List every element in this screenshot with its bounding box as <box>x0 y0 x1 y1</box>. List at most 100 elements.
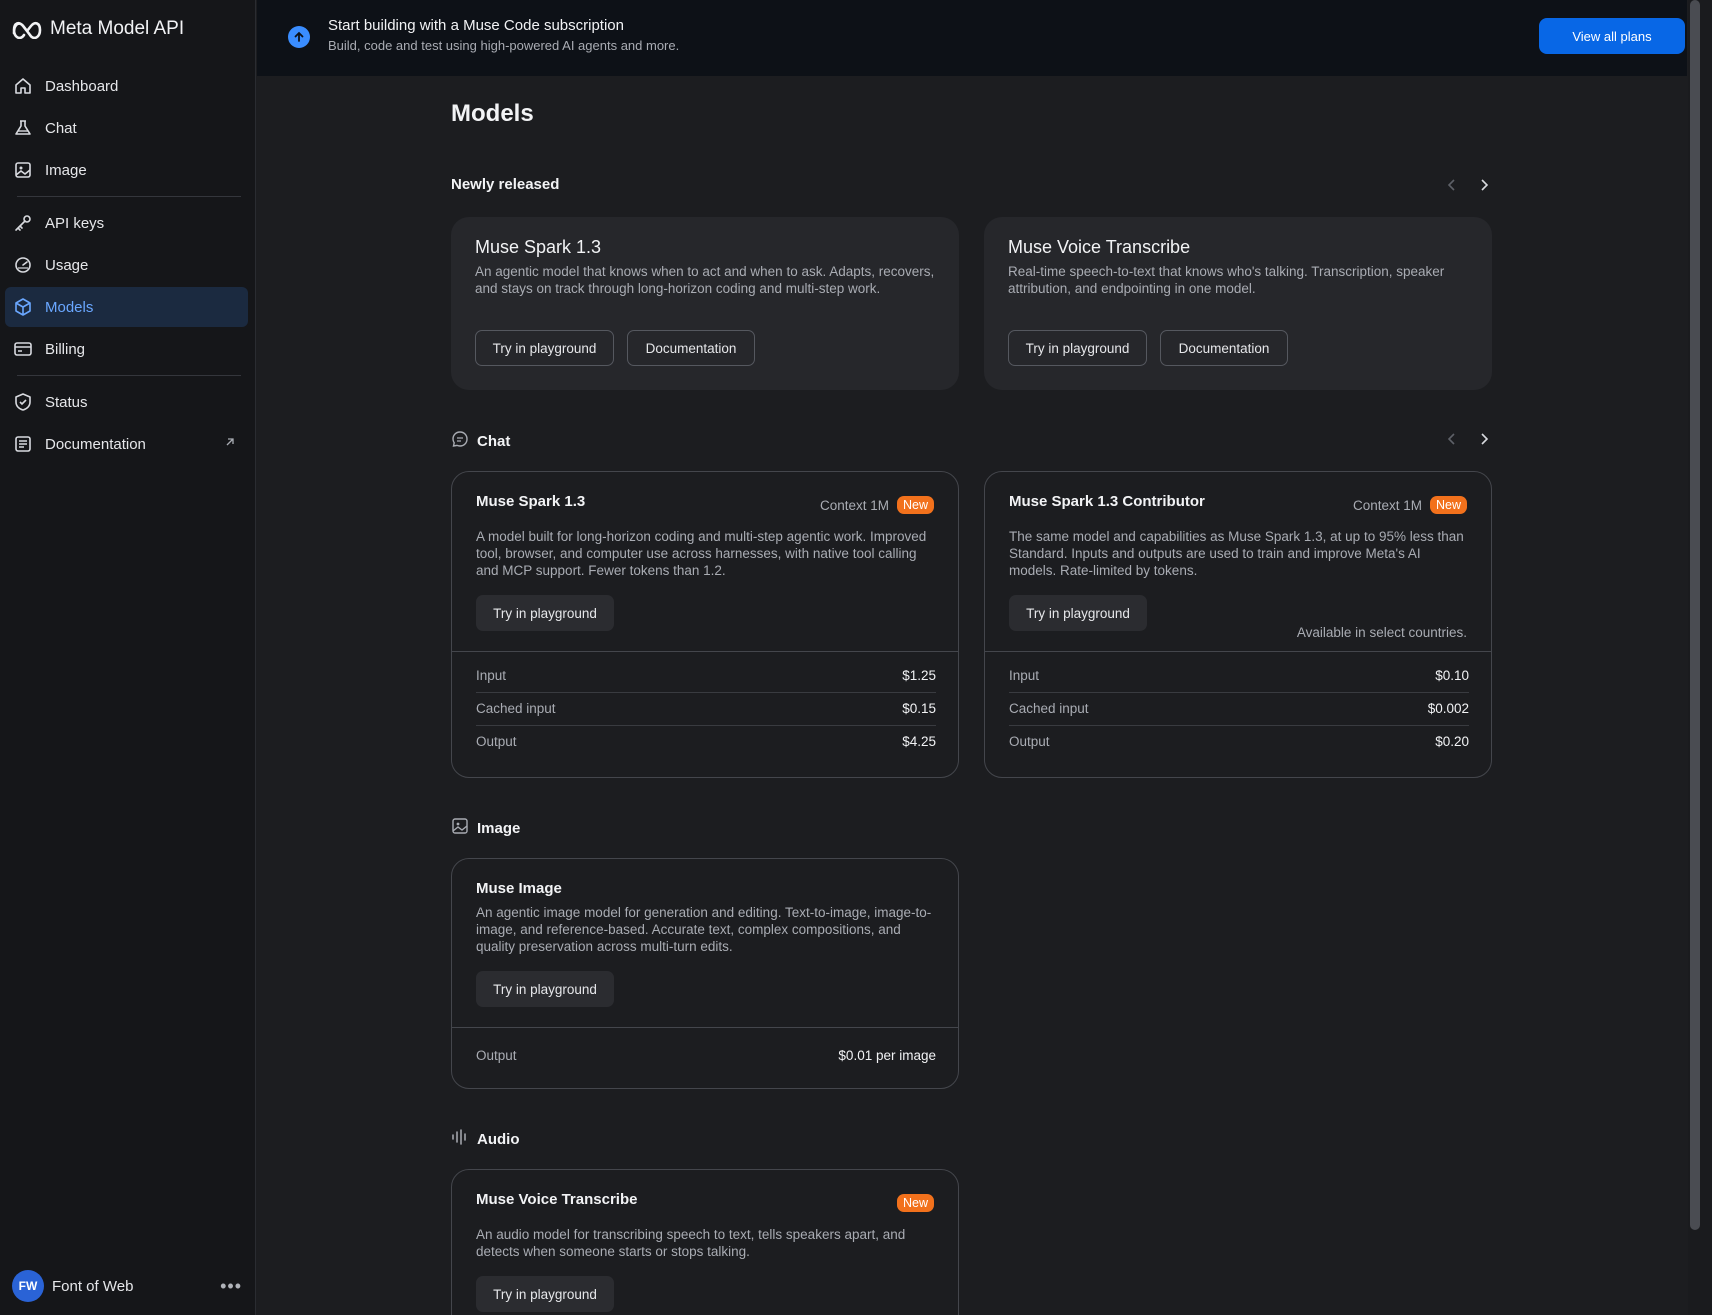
price-value: $0.20 <box>1435 734 1469 749</box>
price-row: Output $0.20 <box>1009 725 1469 758</box>
model-description: The same model and capabilities as Muse … <box>1009 529 1464 578</box>
page-title: Models <box>451 100 534 127</box>
model-card: Muse Spark 1.3 Contributor Context 1M Ne… <box>984 471 1492 778</box>
flask-icon <box>13 118 33 138</box>
sidebar-item-label: Chat <box>45 119 77 137</box>
sidebar-item-label: Documentation <box>45 435 146 453</box>
nav-divider <box>17 375 241 376</box>
price-label: Output <box>476 734 517 749</box>
documentation-button[interactable]: Documentation <box>627 330 755 366</box>
price-row: Output $4.25 <box>476 725 936 758</box>
shield-icon <box>13 392 33 412</box>
model-meta: Context 1M New <box>820 496 934 514</box>
doc-icon <box>13 434 33 454</box>
chevron-left-icon[interactable] <box>1444 177 1460 193</box>
sidebar-item-dashboard[interactable]: Dashboard <box>5 66 248 106</box>
price-row: Input $0.10 <box>1009 659 1469 692</box>
chevron-right-icon[interactable] <box>1476 431 1492 447</box>
model-title: Muse Voice Transcribe <box>1008 237 1191 257</box>
try-in-playground-button[interactable]: Try in playground <box>476 595 614 631</box>
banner-title: Start building with a Muse Code subscrip… <box>328 17 624 34</box>
card-divider <box>985 651 1491 652</box>
sidebar-item-models[interactable]: Models <box>5 287 248 327</box>
price-label: Output <box>476 1048 517 1063</box>
more-options-icon[interactable]: ••• <box>220 1276 242 1297</box>
try-in-playground-button[interactable]: Try in playground <box>1009 595 1147 631</box>
home-icon <box>13 76 33 96</box>
price-row: Cached input $0.15 <box>476 692 936 725</box>
brand[interactable]: Meta Model API <box>12 18 184 40</box>
section-title: Chat <box>477 433 511 450</box>
carousel-controls <box>1444 177 1492 193</box>
sidebar-item-chat[interactable]: Chat <box>5 108 248 148</box>
chevron-left-icon[interactable] <box>1444 431 1460 447</box>
nav-divider <box>17 196 241 197</box>
sidebar-item-label: API keys <box>45 214 105 232</box>
price-value: $0.01 per image <box>838 1048 936 1063</box>
chat-bubble-icon <box>451 430 469 453</box>
sidebar-item-label: Models <box>45 298 94 316</box>
section-title: Newly released <box>451 176 560 193</box>
sidebar-item-documentation[interactable]: Documentation <box>5 424 248 464</box>
section-title: Audio <box>477 1131 520 1148</box>
card-divider <box>452 1027 958 1028</box>
sidebar-item-label: Dashboard <box>45 77 119 95</box>
sidebar-item-status[interactable]: Status <box>5 382 248 422</box>
context-label: Context 1M <box>1352 497 1422 513</box>
section-audio: Audio <box>451 1128 520 1151</box>
chevron-right-icon[interactable] <box>1476 177 1492 193</box>
key-icon <box>13 213 33 233</box>
cube-icon <box>13 297 33 317</box>
model-title: Muse Spark 1.3 Contributor <box>1009 493 1205 510</box>
section-image: Image <box>451 817 520 840</box>
sidebar-item-billing[interactable]: Billing <box>5 329 248 369</box>
availability-note: Available in select countries. <box>1296 625 1467 640</box>
model-card: Muse Image An agentic image model for ge… <box>451 858 959 1089</box>
hero-card: Muse Voice Transcribe Real-time speech-t… <box>984 217 1492 390</box>
price-value: $1.25 <box>902 668 936 683</box>
price-label: Cached input <box>1009 701 1089 716</box>
external-link-icon <box>224 435 236 453</box>
image-icon <box>451 817 469 840</box>
sidebar-item-label: Image <box>45 161 87 179</box>
model-description: An agentic model that knows when to act … <box>475 264 935 296</box>
scrollbar-thumb[interactable] <box>1690 0 1700 1230</box>
card-icon <box>13 339 33 359</box>
try-in-playground-button[interactable]: Try in playground <box>476 1276 614 1312</box>
documentation-button[interactable]: Documentation <box>1160 330 1288 366</box>
sidebar-item-usage[interactable]: Usage <box>5 245 248 285</box>
price-value: $0.15 <box>902 701 936 716</box>
model-meta: Context 1M New <box>1353 496 1467 514</box>
hero-card: Muse Spark 1.3 An agentic model that kno… <box>451 217 959 390</box>
model-description: A model built for long-horizon coding an… <box>476 529 927 578</box>
price-label: Input <box>476 668 507 683</box>
context-label: Context 1M <box>819 497 889 513</box>
sidebar-nav: Dashboard Chat Image API keys Usage Mode… <box>5 66 248 466</box>
model-title: Muse Spark 1.3 <box>475 237 602 257</box>
sidebar-item-image[interactable]: Image <box>5 150 248 190</box>
model-description: An agentic image model for generation an… <box>476 905 932 954</box>
try-in-playground-button[interactable]: Try in playground <box>1008 330 1147 366</box>
price-label: Input <box>1009 668 1040 683</box>
sidebar: Meta Model API Dashboard Chat Image API … <box>0 0 256 1315</box>
model-description: Real-time speech-to-text that knows who'… <box>1008 264 1445 296</box>
model-card: Muse Voice Transcribe New An audio model… <box>451 1169 959 1315</box>
meta-logo-icon <box>12 21 42 39</box>
model-description: An audio model for transcribing speech t… <box>476 1227 906 1259</box>
sidebar-item-api-keys[interactable]: API keys <box>5 203 248 243</box>
price-value: $0.002 <box>1427 701 1469 716</box>
price-row: Input $1.25 <box>476 659 936 692</box>
try-in-playground-button[interactable]: Try in playground <box>476 971 614 1007</box>
model-title: Muse Voice Transcribe <box>476 1191 638 1208</box>
model-card: Muse Spark 1.3 Context 1M New A model bu… <box>451 471 959 778</box>
price-value: $0.10 <box>1435 668 1469 683</box>
user-name: Font of Web <box>52 1277 134 1295</box>
arrow-up-icon <box>288 26 310 48</box>
price-label: Output <box>1009 734 1050 749</box>
image-icon <box>13 160 33 180</box>
view-all-plans-button[interactable]: View all plans <box>1539 18 1685 54</box>
user-menu[interactable]: FW Font of Web ••• <box>12 1270 242 1302</box>
new-badge: New <box>896 1194 934 1212</box>
new-badge: New <box>1429 496 1467 514</box>
try-in-playground-button[interactable]: Try in playground <box>475 330 614 366</box>
